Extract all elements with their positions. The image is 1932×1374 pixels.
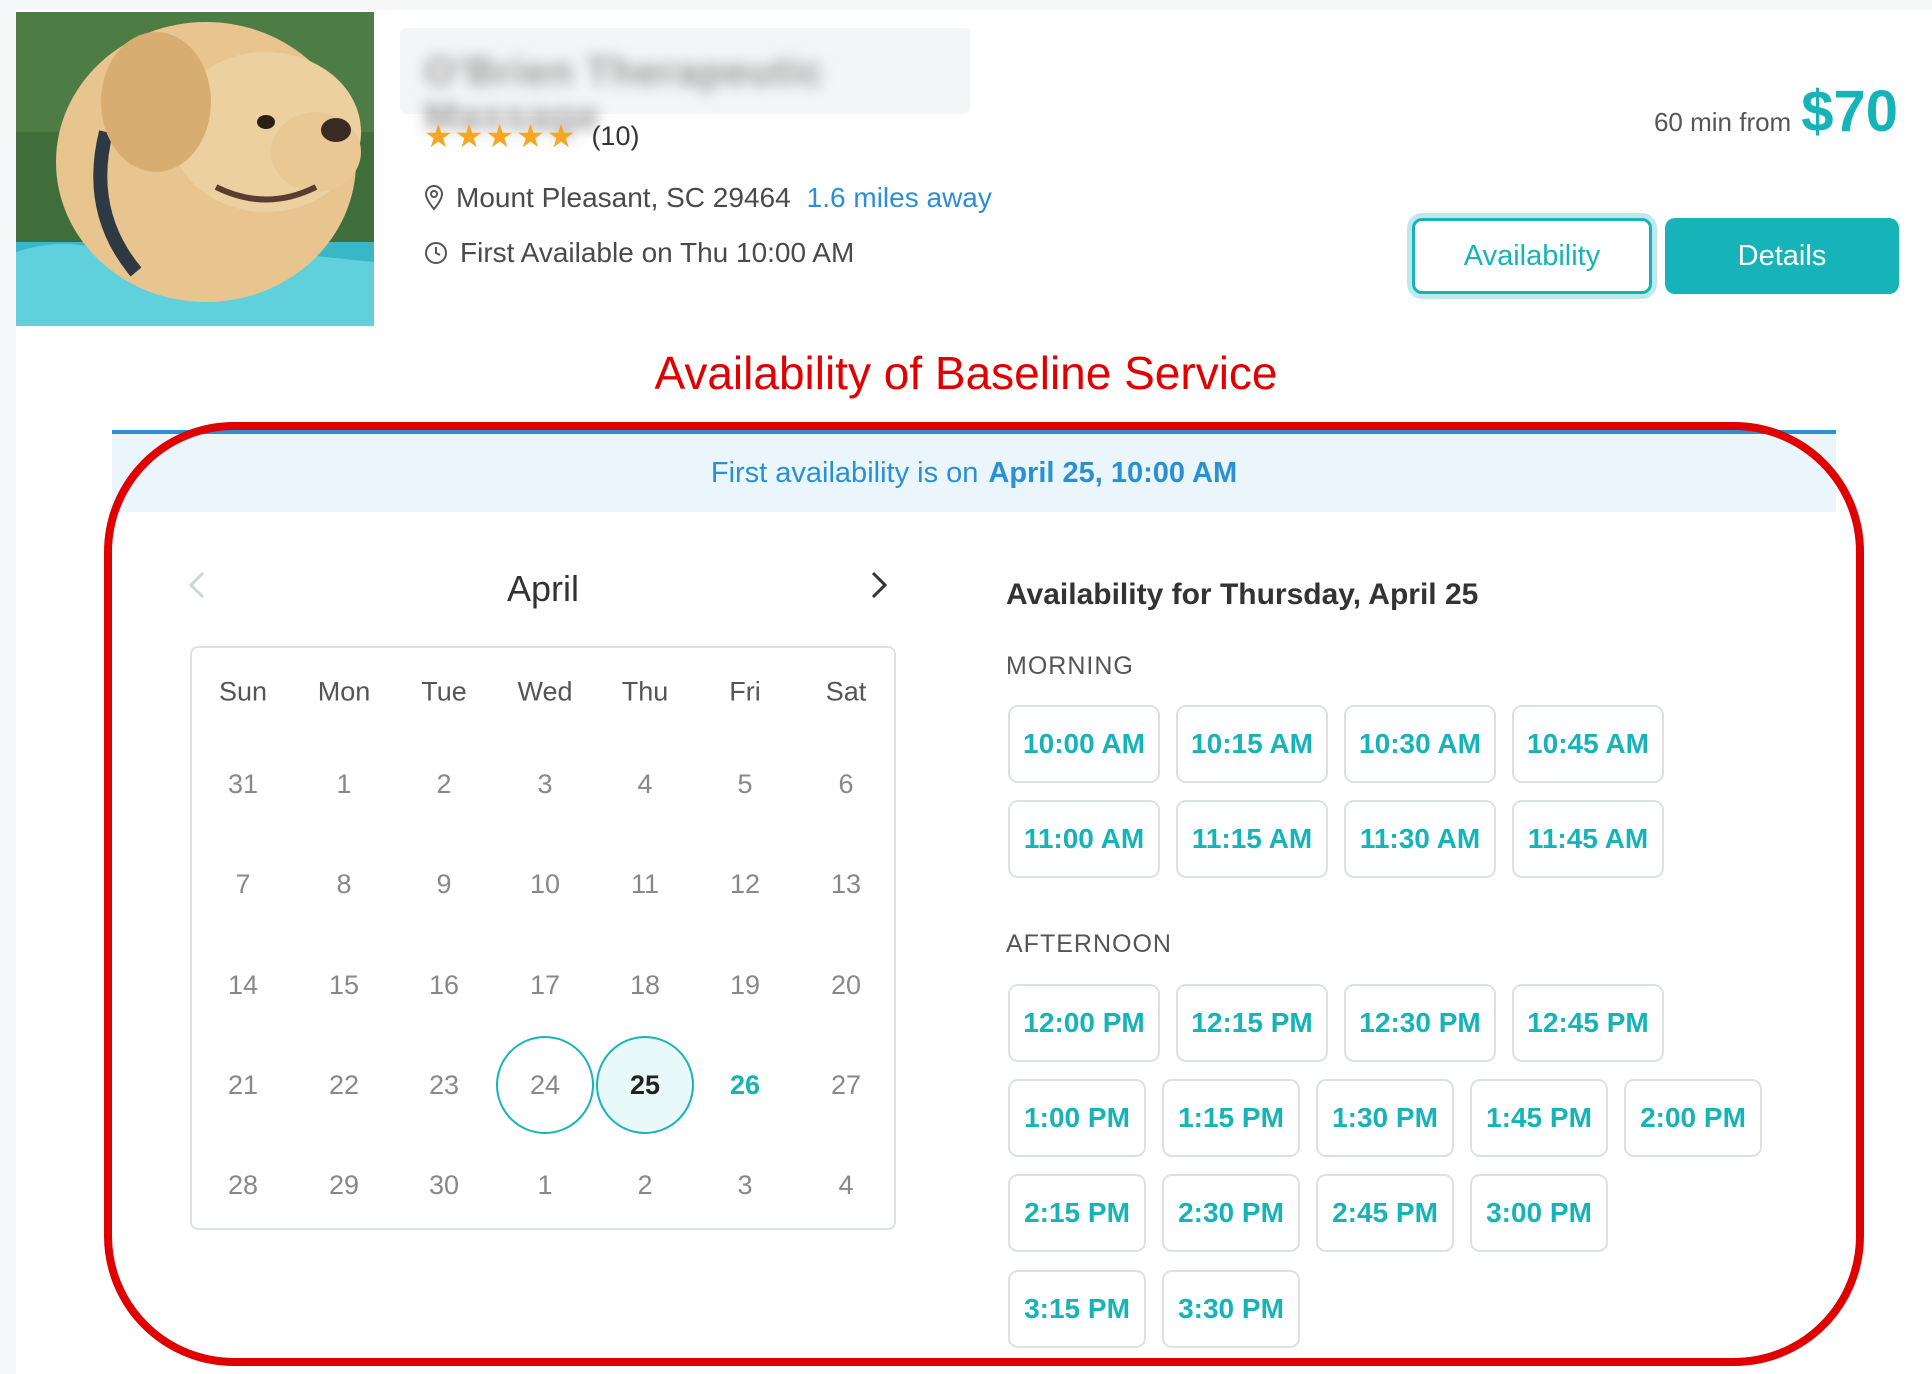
calendar-day[interactable]: 29	[295, 1136, 393, 1234]
calendar-day[interactable]: 11	[596, 835, 694, 933]
weekday-label: Thu	[621, 676, 669, 707]
price: 60 min from $70	[1654, 78, 1898, 145]
calendar-day[interactable]: 1	[496, 1136, 594, 1234]
calendar-day[interactable]: 4	[596, 735, 694, 833]
calendar-day[interactable]: 20	[797, 936, 895, 1034]
calendar-day[interactable]: 7	[194, 835, 292, 933]
calendar-day[interactable]: 9	[395, 835, 493, 933]
calendar-day[interactable]: 22	[295, 1036, 393, 1134]
next-month-chevron-icon[interactable]	[870, 570, 888, 609]
availability-heading: Availability for Thursday, April 25	[1006, 578, 1479, 611]
first-availability-banner: First availability is on April 25, 10:00…	[112, 430, 1836, 512]
time-slot-button[interactable]: 12:30 PM	[1344, 984, 1496, 1062]
weekday-label: Sat	[825, 676, 867, 707]
weekday-label: Tue	[421, 676, 467, 707]
time-slot-button[interactable]: 10:15 AM	[1176, 705, 1328, 783]
calendar-day[interactable]: 27	[797, 1036, 895, 1134]
calendar-month: April	[506, 568, 580, 609]
calendar-day[interactable]: 26	[696, 1036, 794, 1134]
calendar-day[interactable]: 10	[496, 835, 594, 933]
map-pin-icon	[424, 185, 444, 211]
calendar-day[interactable]: 24	[496, 1036, 594, 1134]
time-slot-button[interactable]: 10:30 AM	[1344, 705, 1496, 783]
calendar-day[interactable]: 4	[797, 1136, 895, 1234]
calendar-day[interactable]: 1	[295, 735, 393, 833]
provider-name[interactable]: O'Brien Therapeutic Massage	[400, 28, 970, 139]
time-slot-button[interactable]: 10:00 AM	[1008, 705, 1160, 783]
calendar-day[interactable]: 30	[395, 1136, 493, 1234]
calendar-day[interactable]: 8	[295, 835, 393, 933]
star-icon: ★	[454, 118, 484, 154]
price-prefix: 60 min from	[1653, 107, 1792, 137]
time-slot-button[interactable]: 3:30 PM	[1162, 1270, 1300, 1348]
banner-date: April 25, 10:00 AM	[988, 456, 1238, 489]
star-icon: ★	[546, 118, 576, 154]
calendar-day[interactable]: 2	[395, 735, 493, 833]
weekday-label: Sun	[218, 676, 268, 707]
time-slot-button[interactable]: 2:00 PM	[1624, 1079, 1762, 1157]
rating-stars: ★ ★ ★ ★ ★	[424, 120, 575, 152]
location-line: Mount Pleasant, SC 29464 1.6 miles away	[424, 182, 992, 214]
time-slot-button[interactable]: 11:30 AM	[1344, 800, 1496, 878]
calendar-day[interactable]: 5	[696, 735, 794, 833]
time-slot-button[interactable]: 12:45 PM	[1512, 984, 1664, 1062]
first-available-line: First Available on Thu 10:00 AM	[424, 237, 854, 269]
calendar-day[interactable]: 25	[596, 1036, 694, 1134]
weekday-label: Fri	[729, 676, 761, 707]
afternoon-label: AFTERNOON	[1006, 930, 1172, 958]
rating: ★ ★ ★ ★ ★ (10)	[424, 120, 639, 152]
time-slot-button[interactable]: 10:45 AM	[1512, 705, 1664, 783]
calendar-day[interactable]: 23	[395, 1036, 493, 1134]
calendar-day[interactable]: 14	[194, 936, 292, 1034]
time-slot-button[interactable]: 1:45 PM	[1470, 1079, 1608, 1157]
calendar-day[interactable]: 28	[194, 1136, 292, 1234]
calendar-day[interactable]: 31	[194, 735, 292, 833]
weekday-label: Mon	[317, 676, 371, 707]
time-slot-button[interactable]: 2:30 PM	[1162, 1174, 1300, 1252]
time-slot-button[interactable]: 11:00 AM	[1008, 800, 1160, 878]
time-slot-button[interactable]: 3:00 PM	[1470, 1174, 1608, 1252]
banner-prefix: First availability is on	[710, 456, 979, 489]
calendar-grid: Sun Mon Tue Wed Thu Fri Sat 31 1 2 3 4 5 6 7 8 9 10 11 12 13…	[190, 646, 896, 1230]
availability-button[interactable]: Availability	[1412, 218, 1652, 294]
details-button[interactable]: Details	[1665, 218, 1899, 294]
calendar-day[interactable]: 15	[295, 936, 393, 1034]
calendar-day[interactable]: 21	[194, 1036, 292, 1134]
rating-count[interactable]: (10)	[591, 121, 639, 152]
calendar-day[interactable]: 12	[696, 835, 794, 933]
time-slot-button[interactable]: 1:15 PM	[1162, 1079, 1300, 1157]
calendar-day[interactable]: 19	[696, 936, 794, 1034]
time-slot-button[interactable]: 2:15 PM	[1008, 1174, 1146, 1252]
time-slot-button[interactable]: 1:30 PM	[1316, 1079, 1454, 1157]
calendar-day[interactable]: 3	[696, 1136, 794, 1234]
calendar-day[interactable]: 2	[596, 1136, 694, 1234]
star-icon: ★	[485, 118, 515, 154]
provider-photo	[16, 12, 374, 326]
price-value: $70	[1801, 79, 1898, 144]
calendar-day[interactable]: 13	[797, 835, 895, 933]
star-icon: ★	[516, 118, 545, 154]
distance-link[interactable]: 1.6 miles away	[807, 182, 992, 214]
time-slot-button[interactable]: 12:00 PM	[1008, 984, 1160, 1062]
time-slot-button[interactable]: 3:15 PM	[1008, 1270, 1146, 1348]
time-slot-button[interactable]: 12:15 PM	[1176, 984, 1328, 1062]
calendar-day[interactable]: 17	[496, 936, 594, 1034]
location-text: Mount Pleasant, SC 29464	[456, 182, 791, 213]
clock-icon	[425, 242, 447, 264]
time-slot-button[interactable]: 2:45 PM	[1316, 1174, 1454, 1252]
calendar-day[interactable]: 16	[395, 936, 493, 1034]
star-icon: ★	[424, 118, 453, 154]
morning-label: MORNING	[1006, 652, 1134, 680]
time-slot-button[interactable]: 1:00 PM	[1008, 1079, 1146, 1157]
calendar-day[interactable]: 18	[596, 936, 694, 1034]
calendar-day[interactable]: 3	[496, 735, 594, 833]
calendar-day[interactable]: 6	[797, 735, 895, 833]
time-slot-button[interactable]: 11:45 AM	[1512, 800, 1664, 878]
time-slot-button[interactable]: 11:15 AM	[1176, 800, 1328, 878]
weekday-label: Wed	[517, 676, 573, 707]
annotation-title: Availability of Baseline Service	[654, 347, 1278, 399]
first-available-text: First Available on Thu 10:00 AM	[460, 237, 855, 268]
